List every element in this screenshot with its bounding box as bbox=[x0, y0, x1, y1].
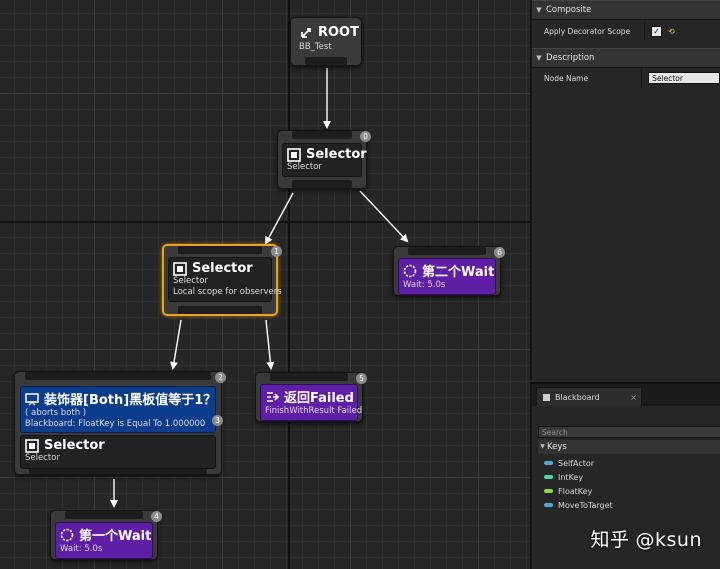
wait-first-node[interactable]: 第一个Wait Wait: 5.0s 4 bbox=[50, 510, 162, 560]
watermark: 知乎 @ksun bbox=[590, 525, 702, 552]
blackboard-key-item[interactable]: FloatKey bbox=[544, 484, 592, 498]
wire-left-selector-to-decorator bbox=[170, 319, 182, 370]
selector-inner-subtitle: Selector bbox=[25, 453, 60, 463]
key-type-pill-icon bbox=[544, 461, 553, 465]
category-composite-label: Composite bbox=[546, 5, 592, 15]
category-composite[interactable]: ▼ Composite bbox=[532, 0, 720, 20]
return-failed-input-pin[interactable] bbox=[270, 373, 348, 381]
wait-second-input-pin[interactable] bbox=[408, 247, 486, 255]
behavior-tree-graph[interactable]: ROOT BB_Test Selector Selector 0 Selecto… bbox=[0, 0, 530, 569]
root-title: ROOT bbox=[318, 25, 359, 40]
property-apply-decorator-scope: Apply Decorator Scope ✓ ⟲ bbox=[532, 20, 720, 42]
property-node-name: Node Name Selector bbox=[532, 68, 720, 88]
execution-index-badge: 4 bbox=[151, 511, 162, 522]
execution-index-badge: 0 bbox=[360, 131, 371, 142]
property-divider bbox=[644, 21, 645, 41]
node-name-label: Node Name bbox=[544, 73, 589, 83]
collapse-triangle-icon[interactable]: ▼ bbox=[534, 1, 544, 19]
return-failed-node[interactable]: 返回Failed FinishWithResult Failed 5 bbox=[255, 372, 367, 422]
selector-icon bbox=[287, 147, 301, 162]
key-name: MoveToTarget bbox=[558, 500, 613, 510]
root-arrow-icon bbox=[301, 27, 311, 38]
selector-main-output-pin[interactable] bbox=[292, 180, 352, 188]
selector-icon bbox=[25, 438, 39, 453]
wait-first-title: 第一个Wait bbox=[79, 529, 152, 544]
key-type-pill-icon bbox=[544, 503, 553, 507]
selector-main-input-pin[interactable] bbox=[292, 131, 352, 139]
wait-second-title: 第二个Wait bbox=[422, 265, 495, 280]
decorator-abort-mode: ( aborts both ) bbox=[25, 408, 87, 418]
blackboard-tab[interactable]: Blackboard × bbox=[536, 387, 642, 406]
decorator-block[interactable]: 装饰器[Both]黑板值等于1？ ( aborts both ) Blackbo… bbox=[20, 386, 223, 433]
key-name: SelfActor bbox=[558, 458, 595, 468]
wire-selector-to-wait-second bbox=[359, 190, 409, 243]
return-failed-title: 返回Failed bbox=[284, 391, 354, 406]
reset-to-default-icon[interactable]: ⟲ bbox=[668, 27, 675, 36]
close-tab-icon[interactable]: × bbox=[630, 388, 637, 407]
decorator-condition: Blackboard: FloatKey is Equal To 1.00000… bbox=[25, 419, 206, 429]
selector-inner-title: Selector bbox=[44, 438, 105, 453]
selector-main-node[interactable]: Selector Selector 0 bbox=[277, 130, 371, 189]
blackboard-tab-icon bbox=[543, 394, 550, 401]
watermark-site: 知乎 bbox=[590, 529, 630, 551]
blackboard-tab-label: Blackboard bbox=[555, 393, 600, 402]
watermark-user: @ksun bbox=[635, 529, 702, 551]
decorated-selector-input-pin[interactable] bbox=[25, 372, 211, 380]
selector-inner-block[interactable]: Selector Selector bbox=[20, 435, 216, 469]
wait-clock-icon bbox=[60, 528, 74, 541]
root-output-pin[interactable] bbox=[305, 57, 347, 65]
root-node[interactable]: ROOT BB_Test bbox=[290, 17, 362, 66]
wait-second-node[interactable]: 第二个Wait Wait: 5.0s 6 bbox=[393, 246, 505, 296]
blackboard-key-item[interactable]: MoveToTarget bbox=[544, 498, 613, 512]
category-description-label: Description bbox=[546, 53, 595, 63]
collapse-triangle-icon[interactable]: ▼ bbox=[534, 49, 544, 67]
selector-left-subtitle: Selector bbox=[173, 276, 208, 286]
finish-with-result-icon bbox=[267, 391, 279, 402]
keys-category-label: Keys bbox=[547, 442, 567, 452]
apply-decorator-scope-checkbox[interactable]: ✓ bbox=[651, 25, 662, 37]
blackboard-tab-bar: Blackboard × bbox=[532, 384, 720, 406]
property-divider bbox=[641, 68, 643, 88]
execution-index-badge: 6 bbox=[494, 247, 505, 258]
details-panel: ▼ Composite Apply Decorator Scope ✓ ⟲ ▼ … bbox=[530, 0, 720, 380]
keys-category[interactable]: ▼ Keys bbox=[538, 440, 720, 454]
wire-selector-to-left-selector bbox=[265, 192, 294, 245]
category-description[interactable]: ▼ Description bbox=[532, 48, 720, 68]
wire-left-selector-to-return-failed bbox=[265, 319, 275, 370]
decorator-title: 装饰器[Both]黑板值等于1？ bbox=[44, 393, 217, 408]
key-name: IntKey bbox=[558, 472, 584, 482]
wait-first-subtitle: Wait: 5.0s bbox=[60, 544, 103, 554]
selector-left-input-pin[interactable] bbox=[178, 246, 262, 254]
key-type-pill-icon bbox=[544, 489, 553, 493]
blackboard-search-input[interactable]: Search bbox=[538, 426, 720, 438]
key-type-pill-icon bbox=[544, 475, 553, 479]
root-subtitle: BB_Test bbox=[299, 42, 332, 52]
blackboard-key-item[interactable]: SelfActor bbox=[544, 456, 594, 470]
collapse-triangle-icon[interactable]: ▼ bbox=[538, 440, 547, 454]
node-name-field[interactable]: Selector bbox=[648, 72, 720, 84]
execution-index-badge: 3 bbox=[212, 415, 223, 426]
wait-second-subtitle: Wait: 5.0s bbox=[403, 280, 446, 290]
wait-clock-icon bbox=[403, 264, 417, 277]
selector-left-output-pin[interactable] bbox=[178, 306, 262, 314]
blackboard-decorator-icon bbox=[25, 392, 39, 405]
key-name: FloatKey bbox=[558, 486, 593, 496]
selector-icon bbox=[173, 261, 187, 276]
apply-decorator-scope-label: Apply Decorator Scope bbox=[544, 26, 631, 36]
selector-main-title: Selector bbox=[306, 147, 367, 162]
return-failed-subtitle: FinishWithResult Failed bbox=[265, 406, 363, 416]
wait-first-input-pin[interactable] bbox=[65, 511, 143, 519]
selector-main-subtitle: Selector bbox=[287, 162, 322, 172]
execution-index-badge: 2 bbox=[215, 372, 226, 383]
blackboard-key-item[interactable]: IntKey bbox=[544, 470, 583, 484]
selector-left-title: Selector bbox=[192, 261, 253, 276]
selector-left-detail: Local scope for observers bbox=[173, 287, 282, 297]
execution-index-badge: 5 bbox=[356, 373, 367, 384]
execution-index-badge: 1 bbox=[271, 246, 282, 257]
decorated-selector-node[interactable]: 装饰器[Both]黑板值等于1？ ( aborts both ) Blackbo… bbox=[14, 371, 226, 475]
selector-left-node[interactable]: Selector Selector Local scope for observ… bbox=[162, 244, 282, 316]
